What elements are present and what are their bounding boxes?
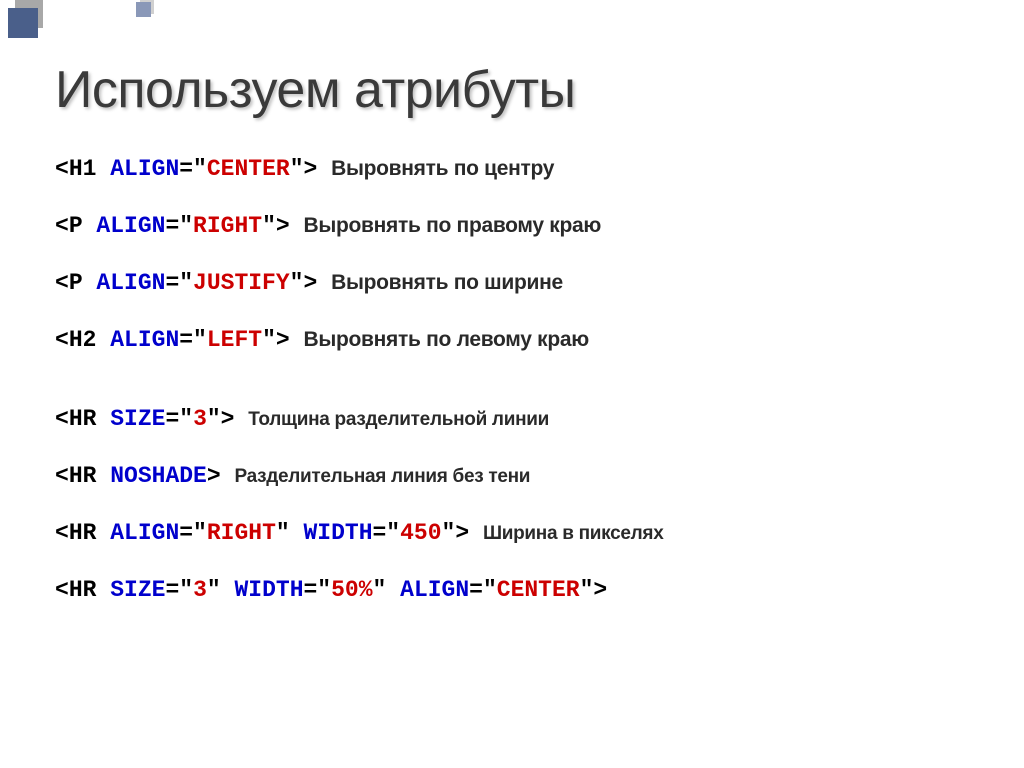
code-token: < — [55, 520, 69, 546]
code-token: =" — [179, 156, 207, 182]
code-line: <P ALIGN="JUSTIFY"> Выровнять по ширине — [55, 266, 984, 299]
code-line: <H2 ALIGN="LEFT"> Выровнять по левому кр… — [55, 323, 984, 356]
code-token: "> — [262, 327, 303, 353]
code-line: <P ALIGN="RIGHT"> Выровнять по правому к… — [55, 209, 984, 242]
code-token: ALIGN — [110, 520, 179, 546]
code-token: 450 — [400, 520, 441, 546]
code-description: Разделительная линия без тени — [234, 466, 530, 487]
code-description: Выровнять по левому краю — [304, 328, 589, 351]
code-token: 3 — [193, 577, 207, 603]
code-token: HR — [69, 520, 110, 546]
code-token: WIDTH — [234, 577, 303, 603]
code-token: " — [276, 520, 304, 546]
code-token: =" — [179, 520, 207, 546]
code-token: "> — [207, 406, 248, 432]
corner-decoration — [0, 0, 180, 40]
code-token: ALIGN — [96, 213, 165, 239]
deco-square — [136, 2, 151, 17]
code-token: =" — [165, 577, 193, 603]
code-token: CENTER — [207, 156, 290, 182]
code-token: "> — [290, 156, 331, 182]
code-token: WIDTH — [303, 520, 372, 546]
code-token: > — [207, 463, 235, 489]
code-token: < — [55, 406, 69, 432]
code-token: "> — [442, 520, 483, 546]
code-line: <H1 ALIGN="CENTER"> Выровнять по центру — [55, 152, 984, 185]
code-line: <HR SIZE="3" WIDTH="50%" ALIGN="CENTER"> — [55, 573, 984, 606]
code-token: ALIGN — [110, 156, 179, 182]
code-token: HR — [69, 463, 110, 489]
code-token: H2 — [69, 327, 110, 353]
example-group-hr: <HR SIZE="3"> Толщина разделительной лин… — [55, 402, 984, 606]
slide-title: Используем атрибуты — [55, 60, 575, 120]
code-description: Выровнять по ширине — [331, 271, 563, 294]
code-token: =" — [469, 577, 497, 603]
code-token: ALIGN — [96, 270, 165, 296]
code-token: =" — [373, 520, 401, 546]
code-token: ALIGN — [400, 577, 469, 603]
code-description: Толщина разделительной линии — [248, 409, 549, 430]
code-token: P — [69, 270, 97, 296]
code-token: HR — [69, 577, 110, 603]
code-token: 50% — [331, 577, 372, 603]
slide-content: <H1 ALIGN="CENTER"> Выровнять по центру … — [55, 152, 984, 630]
code-token: =" — [165, 270, 193, 296]
code-token: RIGHT — [207, 520, 276, 546]
code-token: " — [207, 577, 235, 603]
code-token: < — [55, 213, 69, 239]
code-token: < — [55, 270, 69, 296]
code-token: "> — [262, 213, 303, 239]
deco-square — [8, 8, 38, 38]
code-description: Выровнять по центру — [331, 157, 554, 180]
code-token: < — [55, 156, 69, 182]
code-token: =" — [179, 327, 207, 353]
code-line: <HR NOSHADE> Разделительная линия без те… — [55, 459, 984, 492]
code-description: Выровнять по правому краю — [303, 214, 601, 237]
code-token: LEFT — [207, 327, 262, 353]
code-token: < — [55, 327, 69, 353]
code-description: Ширина в пикселях — [483, 523, 664, 544]
code-token: "> — [290, 270, 331, 296]
code-token: ALIGN — [110, 327, 179, 353]
code-token: < — [55, 577, 69, 603]
code-token: H1 — [69, 156, 110, 182]
code-token: HR — [69, 406, 110, 432]
code-token: " — [373, 577, 401, 603]
code-token: JUSTIFY — [193, 270, 290, 296]
code-token: RIGHT — [193, 213, 262, 239]
code-token: CENTER — [497, 577, 580, 603]
code-line: <HR SIZE="3"> Толщина разделительной лин… — [55, 402, 984, 435]
code-token: 3 — [193, 406, 207, 432]
code-token: "> — [580, 577, 608, 603]
code-token: =" — [304, 577, 332, 603]
code-line: <HR ALIGN="RIGHT" WIDTH="450"> Ширина в … — [55, 516, 984, 549]
example-group-align: <H1 ALIGN="CENTER"> Выровнять по центру … — [55, 152, 984, 356]
code-token: =" — [165, 406, 193, 432]
code-token: SIZE — [110, 577, 165, 603]
code-token: P — [69, 213, 97, 239]
code-token: =" — [165, 213, 193, 239]
code-token: NOSHADE — [110, 463, 207, 489]
code-token: SIZE — [110, 406, 165, 432]
code-token: < — [55, 463, 69, 489]
